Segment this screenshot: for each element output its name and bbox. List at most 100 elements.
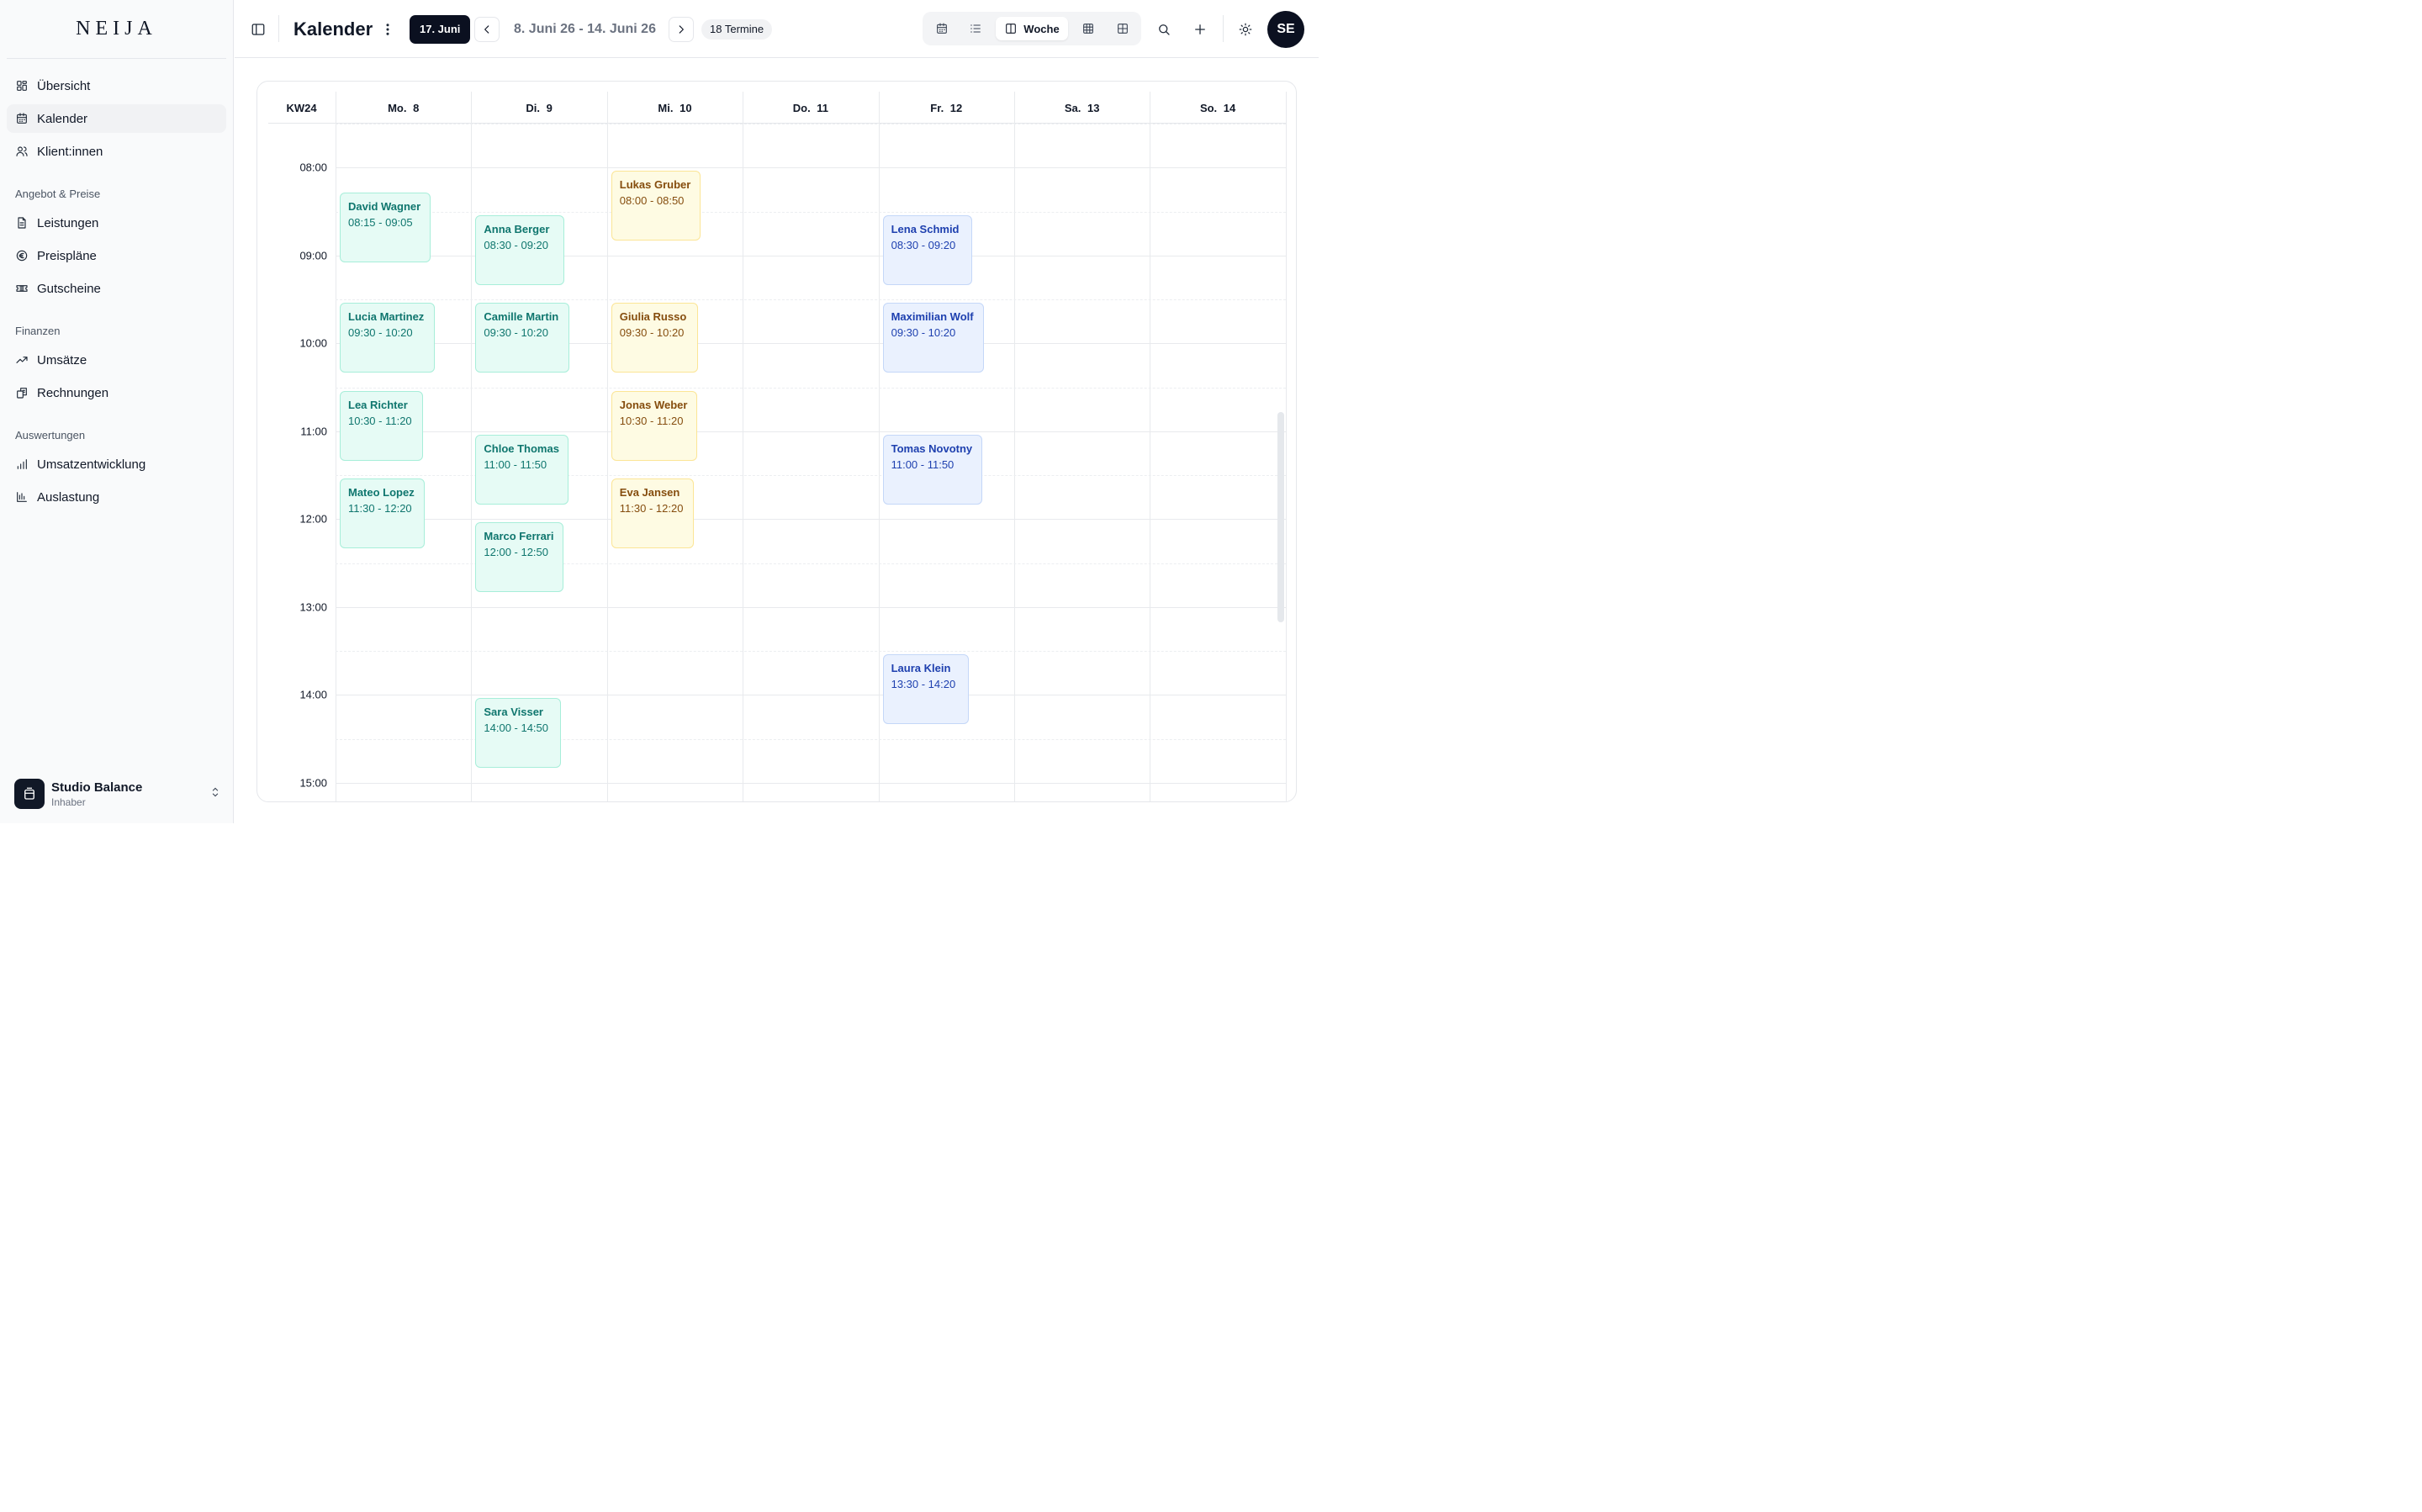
day-header[interactable]: Do. 11 — [743, 92, 878, 124]
appointment-card[interactable]: Lucia Martinez 09:30 - 10:20 — [340, 303, 435, 373]
brand-logo[interactable]: NEIJA — [0, 0, 233, 58]
next-week-button[interactable] — [669, 16, 694, 42]
sidebar-item-umsätze[interactable]: Umsätze — [7, 346, 226, 374]
topbar-divider-2 — [1223, 15, 1224, 42]
appointment-card[interactable]: Jonas Weber 10:30 - 11:20 — [611, 390, 697, 461]
day-column-divider — [471, 92, 473, 801]
appointment-card[interactable]: David Wagner 08:15 - 09:05 — [340, 193, 431, 263]
studio-switcher[interactable]: Studio Balance Inhaber — [14, 778, 221, 810]
add-icon[interactable] — [1192, 0, 1208, 58]
sidebar-item-label: Gutscheine — [37, 281, 101, 296]
sidebar-item-label: Kalender — [37, 111, 88, 126]
chevron-right-icon — [679, 24, 684, 34]
appointment-client: Laura Klein — [891, 662, 951, 674]
sidebar-item-preispläne[interactable]: Preispläne — [7, 241, 226, 270]
day-header[interactable]: Di. 9 — [471, 92, 606, 124]
sidebar-item-label: Übersicht — [37, 78, 91, 93]
appointment-card[interactable]: Mateo Lopez 11:30 - 12:20 — [340, 478, 425, 549]
day-grid-view-button[interactable] — [1110, 17, 1135, 40]
page-title: Kalender — [293, 18, 373, 40]
search-icon[interactable] — [1156, 0, 1171, 58]
appointment-card[interactable]: Maximilian Wolf 09:30 - 10:20 — [882, 303, 984, 373]
appointment-card[interactable]: Eva Jansen 11:30 - 12:20 — [611, 478, 694, 549]
appointment-card[interactable]: Marco Ferrari 12:00 - 12:50 — [475, 522, 564, 593]
appointment-client: David Wagner — [348, 200, 421, 214]
appointment-card[interactable]: Camille Martin 09:30 - 10:20 — [475, 303, 570, 373]
list-view-button[interactable] — [963, 17, 988, 40]
time-label: 11:00 — [300, 425, 327, 438]
appointment-card[interactable]: Laura Klein 13:30 - 14:20 — [882, 654, 969, 725]
appointment-client: Eva Jansen — [619, 486, 680, 499]
today-button[interactable]: 17. Juni — [410, 14, 471, 44]
appointment-card[interactable]: Lena Schmid 08:30 - 09:20 — [882, 214, 972, 285]
trending-up-icon — [15, 353, 29, 367]
calendar-grid[interactable]: 08:00 09:00 10:00 11:00 12:00 13:00 14:00 15:00… — [268, 92, 1287, 801]
appointment-card[interactable]: Lea Richter 10:30 - 11:20 — [340, 390, 423, 461]
time-gridline — [336, 299, 1286, 300]
appointment-time: 10:30 - 11:20 — [619, 414, 684, 427]
month-view-button[interactable] — [929, 17, 955, 40]
time-gridline — [336, 782, 1286, 784]
time-label: 10:00 — [299, 336, 327, 350]
scrollbar[interactable] — [1277, 412, 1284, 622]
day-column-divider — [1014, 92, 1015, 801]
week-view-button[interactable]: Woche — [996, 17, 1068, 40]
bar-chart-icon — [15, 457, 29, 471]
appointment-card[interactable]: Giulia Russo 09:30 - 10:20 — [611, 303, 698, 373]
sidebar-section-heading: Finanzen — [15, 324, 61, 337]
sidebar-item-umsatzentwicklung[interactable]: Umsatzentwicklung — [7, 450, 226, 478]
sidebar-item-auslastung[interactable]: Auslastung — [7, 483, 226, 511]
day-header[interactable]: So. 14 — [1150, 92, 1285, 124]
grid-icon — [1083, 24, 1093, 34]
sidebar-item-gutscheine[interactable]: Gutscheine — [7, 274, 226, 303]
appointment-client: Lea Richter — [348, 398, 408, 411]
sidebar-item-label: Rechnungen — [37, 385, 109, 400]
calendar-header-row: KW24 Mo. 8 Di. 9 Mi. 10 Do. 11 Fr. 12 Sa. 13 S… — [268, 92, 1286, 124]
appointment-time: 11:30 - 12:20 — [619, 502, 684, 515]
appointment-count-badge: 18 Termine — [701, 19, 773, 40]
appointment-time: 13:30 - 14:20 — [891, 678, 956, 690]
appointment-card[interactable]: Tomas Novotny 11:00 - 11:50 — [882, 434, 982, 505]
day-header[interactable]: Fr. 12 — [879, 92, 1014, 124]
appointment-time: 09:30 - 10:20 — [619, 326, 685, 339]
date-range: 8. Juni 26 - 14. Juni 26 — [514, 21, 656, 36]
appointment-client: Marco Ferrari — [484, 530, 554, 543]
sidebar-item-übersicht[interactable]: Übersicht — [7, 71, 226, 100]
time-gridline — [336, 387, 1286, 389]
layout-grid-icon — [1118, 24, 1128, 34]
users-icon — [15, 145, 29, 158]
appointment-card[interactable]: Chloe Thomas 11:00 - 11:50 — [475, 434, 569, 505]
day-column-divider — [878, 92, 880, 801]
appointment-client: Lucia Martinez — [348, 310, 425, 323]
appointment-time: 08:30 - 09:20 — [891, 238, 956, 251]
appointment-client: Sara Visser — [484, 706, 543, 719]
user-avatar[interactable]: SE — [1267, 10, 1304, 48]
appointment-time: 11:00 - 11:50 — [484, 457, 547, 471]
appointment-card[interactable]: Anna Berger 08:30 - 09:20 — [475, 214, 565, 285]
sidebar-item-label: Umsätze — [37, 352, 87, 367]
day-header[interactable]: Sa. 13 — [1014, 92, 1150, 124]
document-icon — [15, 216, 29, 230]
day-header[interactable]: Mi. 10 — [607, 92, 743, 124]
grid-view-button[interactable] — [1076, 17, 1101, 40]
prev-week-button[interactable] — [474, 16, 500, 42]
studio-role: Inhaber — [51, 796, 86, 808]
topbar: Kalender 17. Juni 8. Juni 26 - 14. Juni … — [235, 0, 1319, 58]
columns-icon — [1006, 24, 1017, 34]
time-label: 09:00 — [299, 249, 327, 262]
sidebar-item-label: Leistungen — [37, 215, 99, 230]
appointment-time: 10:30 - 11:20 — [348, 414, 412, 427]
more-vertical-icon[interactable] — [380, 0, 395, 58]
sidebar-item-leistungen[interactable]: Leistungen — [7, 209, 226, 237]
sidebar-toggle-icon[interactable] — [251, 0, 266, 58]
appointment-time: 12:00 - 12:50 — [484, 546, 549, 559]
view-switcher: Woche — [923, 12, 1141, 45]
sun-icon[interactable] — [1238, 0, 1253, 58]
appointment-card[interactable]: Lukas Gruber 08:00 - 08:50 — [611, 171, 701, 241]
sidebar-item-kalender[interactable]: Kalender — [7, 104, 226, 133]
sidebar-item-rechnungen[interactable]: Rechnungen — [7, 378, 226, 407]
week-number: KW24 — [286, 101, 317, 114]
sidebar-item-klient-innen[interactable]: Klient:innen — [7, 137, 226, 166]
day-header[interactable]: Mo. 8 — [336, 92, 471, 124]
appointment-card[interactable]: Sara Visser 14:00 - 14:50 — [475, 698, 562, 769]
